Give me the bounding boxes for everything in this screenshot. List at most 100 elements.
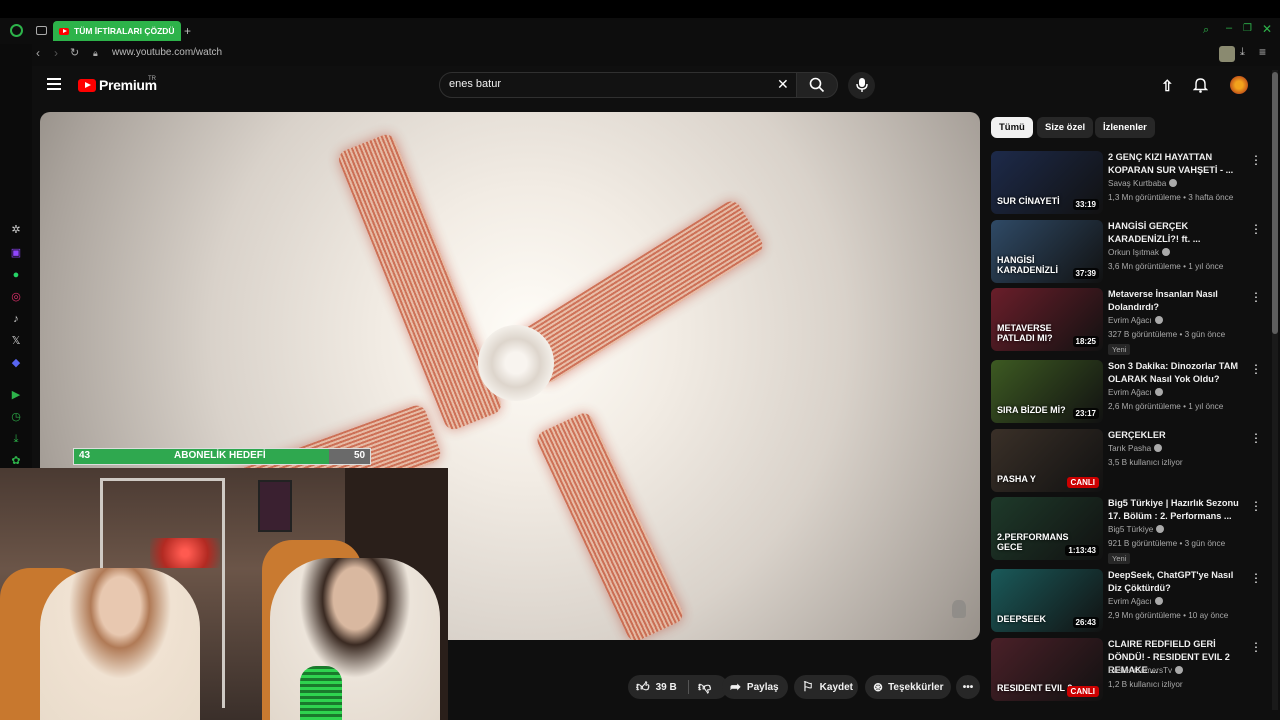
- discord-icon[interactable]: ◆: [9, 356, 23, 370]
- search-button[interactable]: [796, 72, 838, 98]
- extensions-icon[interactable]: ✿: [9, 454, 23, 468]
- maximize-icon[interactable]: ❐: [1243, 23, 1252, 34]
- minimize-icon[interactable]: –: [1226, 22, 1232, 34]
- reload-icon[interactable]: ↻: [70, 46, 79, 59]
- downloads-sidebar-icon[interactable]: ⤓: [9, 432, 23, 446]
- back-icon[interactable]: ‹: [36, 46, 40, 60]
- more-vertical-icon[interactable]: ⋮: [1250, 222, 1262, 236]
- recommendation-item[interactable]: PASHA Y CANLI GERÇEKLER Tarık Pasha 3,5 B ku…: [991, 429, 1262, 493]
- forward-icon[interactable]: ›: [54, 46, 58, 60]
- video-meta: 1,2 B kullanıcı izliyor: [1108, 680, 1183, 689]
- recommendation-title[interactable]: Metaverse İnsanları Nasıl Dolandırdı?: [1108, 288, 1248, 314]
- video-thumbnail[interactable]: PASHA Y CANLI: [991, 429, 1103, 492]
- bookmark-icon: ⚐: [802, 679, 814, 694]
- recommendation-title[interactable]: Big5 Türkiye | Hazırlık Sezonu 17. Bölüm…: [1108, 497, 1248, 523]
- chip-watched[interactable]: İzlenenler: [1095, 117, 1155, 138]
- video-thumbnail[interactable]: SUR CİNAYETİ 33:19: [991, 151, 1103, 214]
- thanks-label: Teşekkürler: [888, 681, 944, 693]
- scrollbar-thumb[interactable]: [1272, 72, 1278, 334]
- whatsapp-icon[interactable]: ●: [9, 268, 23, 282]
- recommendation-title[interactable]: GERÇEKLER: [1108, 429, 1248, 442]
- video-thumbnail[interactable]: 2.PERFORMANS GECE 1:13:43: [991, 497, 1103, 560]
- history-icon[interactable]: ◷: [9, 410, 23, 424]
- recommendation-item[interactable]: METAVERSE PATLADI MI? 18:25 Metaverse İnsa…: [991, 288, 1262, 355]
- close-window-icon[interactable]: ✕: [1262, 22, 1272, 36]
- more-vertical-icon[interactable]: ⋮: [1250, 362, 1262, 376]
- url-field[interactable]: www.youtube.com/watch: [112, 47, 222, 58]
- channel-row[interactable]: Orkun Işıtmak: [1108, 248, 1170, 257]
- more-vertical-icon[interactable]: ⋮: [1250, 153, 1262, 167]
- microphone: [300, 666, 342, 720]
- profile-avatar-icon[interactable]: [1219, 46, 1235, 62]
- channel-watermark-icon[interactable]: [952, 600, 966, 618]
- more-vertical-icon[interactable]: ⋮: [1250, 571, 1262, 585]
- like-button[interactable]: 👍︎ 39 B 👎︎: [628, 675, 728, 699]
- video-thumbnail[interactable]: SIRA BİZDE Mİ? 23:17: [991, 360, 1103, 423]
- channel-row[interactable]: Evrim Ağacı: [1108, 316, 1163, 325]
- more-vertical-icon[interactable]: ⋮: [1250, 499, 1262, 513]
- video-thumbnail[interactable]: RESIDENT EVIL 2 CANLI: [991, 638, 1103, 701]
- new-tab-button[interactable]: +: [184, 24, 191, 38]
- twitch-icon[interactable]: ▣: [9, 246, 23, 260]
- download-icon[interactable]: ⤓: [1240, 46, 1245, 59]
- notifications-icon[interactable]: [1192, 77, 1209, 98]
- new-badge: Yeni: [1108, 553, 1131, 564]
- tab-title: TÜM İFTİRALARI ÇÖZDÜ: [74, 26, 175, 36]
- recommendation-item[interactable]: SUR CİNAYETİ 33:19 2 GENÇ KIZI HAYATTAN KO…: [991, 151, 1262, 215]
- more-vertical-icon[interactable]: ⋮: [1250, 640, 1262, 654]
- chip-all[interactable]: Tümü: [991, 117, 1033, 138]
- channel-row[interactable]: Savaş Kurtbaba: [1108, 179, 1178, 188]
- video-meta: 3,5 B kullanıcı izliyor: [1108, 458, 1183, 467]
- channel-row[interactable]: Evrim Ağacı: [1108, 597, 1163, 606]
- channel-name: Evrim Ağacı: [1108, 316, 1152, 325]
- recommendation-title[interactable]: 2 GENÇ KIZI HAYATTAN KOPARAN SUR VAHŞETİ…: [1108, 151, 1248, 177]
- tiktok-icon[interactable]: ♪: [9, 312, 23, 326]
- streamer-webcam: [0, 468, 448, 720]
- recommendation-item[interactable]: HANGİSİ KARADENİZLİ 37:39 HANGİSİ GERÇEK K…: [991, 220, 1262, 284]
- more-vertical-icon[interactable]: ⋮: [1250, 431, 1262, 445]
- fan-blade: [534, 410, 686, 640]
- tab-menu-icon[interactable]: [36, 26, 47, 35]
- video-thumbnail[interactable]: HANGİSİ KARADENİZLİ 37:39: [991, 220, 1103, 283]
- recommendation-title[interactable]: HANGİSİ GERÇEK KARADENİZLİ?! ft. ...: [1108, 220, 1248, 246]
- menu-icon[interactable]: [47, 78, 61, 90]
- super-thanks-icon: ⊛: [873, 680, 884, 694]
- voice-search-button[interactable]: [848, 72, 875, 99]
- duration-badge: 37:39: [1072, 268, 1099, 279]
- recommendation-item[interactable]: DEEPSEEK 26:43 DeepSeek, ChatGPT'ye Nasıl …: [991, 569, 1262, 633]
- share-button[interactable]: ➦ Paylaş: [722, 675, 788, 699]
- browser-menu-icon[interactable]: ≡: [1259, 45, 1266, 59]
- thumbs-up-icon: 👍︎: [636, 679, 650, 694]
- recommendation-item[interactable]: RESIDENT EVIL 2 CANLI CLAIRE REDFIELD GERİ…: [991, 638, 1262, 702]
- video-thumbnail[interactable]: DEEPSEEK 26:43: [991, 569, 1103, 632]
- recommendation-title[interactable]: DeepSeek, ChatGPT'ye Nasıl Diz Çöktürdü?: [1108, 569, 1248, 595]
- account-avatar[interactable]: [1230, 76, 1248, 94]
- save-button[interactable]: ⚐ Kaydet: [794, 675, 858, 699]
- channel-row[interactable]: Evrim Ağacı: [1108, 388, 1163, 397]
- more-actions-button[interactable]: •••: [956, 675, 980, 699]
- player-icon[interactable]: ▶: [9, 388, 23, 402]
- browser-tab-active[interactable]: TÜM İFTİRALARI ÇÖZDÜ: [53, 21, 181, 41]
- opera-logo-icon[interactable]: [10, 24, 23, 37]
- thumbs-down-icon[interactable]: 👎︎: [698, 679, 711, 695]
- search-tabs-icon[interactable]: ⌕: [1203, 24, 1209, 37]
- channel-row[interactable]: Big5 Türkiye: [1108, 525, 1165, 534]
- duration-badge: 1:13:43: [1065, 545, 1099, 556]
- x-icon[interactable]: 𝕏: [9, 334, 23, 348]
- channel-row[interactable]: Tarık Pasha: [1108, 444, 1163, 453]
- upload-icon[interactable]: ⇧: [1161, 77, 1174, 95]
- goal-current: 43: [79, 450, 91, 461]
- chatgpt-icon[interactable]: ✲: [9, 223, 23, 237]
- instagram-icon[interactable]: ◎: [9, 290, 23, 304]
- recommendation-item[interactable]: SIRA BİZDE Mİ? 23:17 Son 3 Dakika: Dinozor…: [991, 360, 1262, 424]
- youtube-logo[interactable]: Premium TR: [78, 76, 157, 93]
- thanks-button[interactable]: ⊛ Teşekkürler: [865, 675, 951, 699]
- duration-badge: 33:19: [1072, 199, 1099, 210]
- channel-row[interactable]: Easter GamersTv: [1108, 666, 1184, 675]
- recommendation-title[interactable]: Son 3 Dakika: Dinozorlar TAM OLARAK Nası…: [1108, 360, 1248, 386]
- clear-search-icon[interactable]: ✕: [777, 76, 789, 93]
- more-vertical-icon[interactable]: ⋮: [1250, 290, 1262, 304]
- video-thumbnail[interactable]: METAVERSE PATLADI MI? 18:25: [991, 288, 1103, 351]
- recommendation-item[interactable]: 2.PERFORMANS GECE 1:13:43 Big5 Türkiye | H…: [991, 497, 1262, 564]
- chip-for-you[interactable]: Size özel: [1037, 117, 1094, 138]
